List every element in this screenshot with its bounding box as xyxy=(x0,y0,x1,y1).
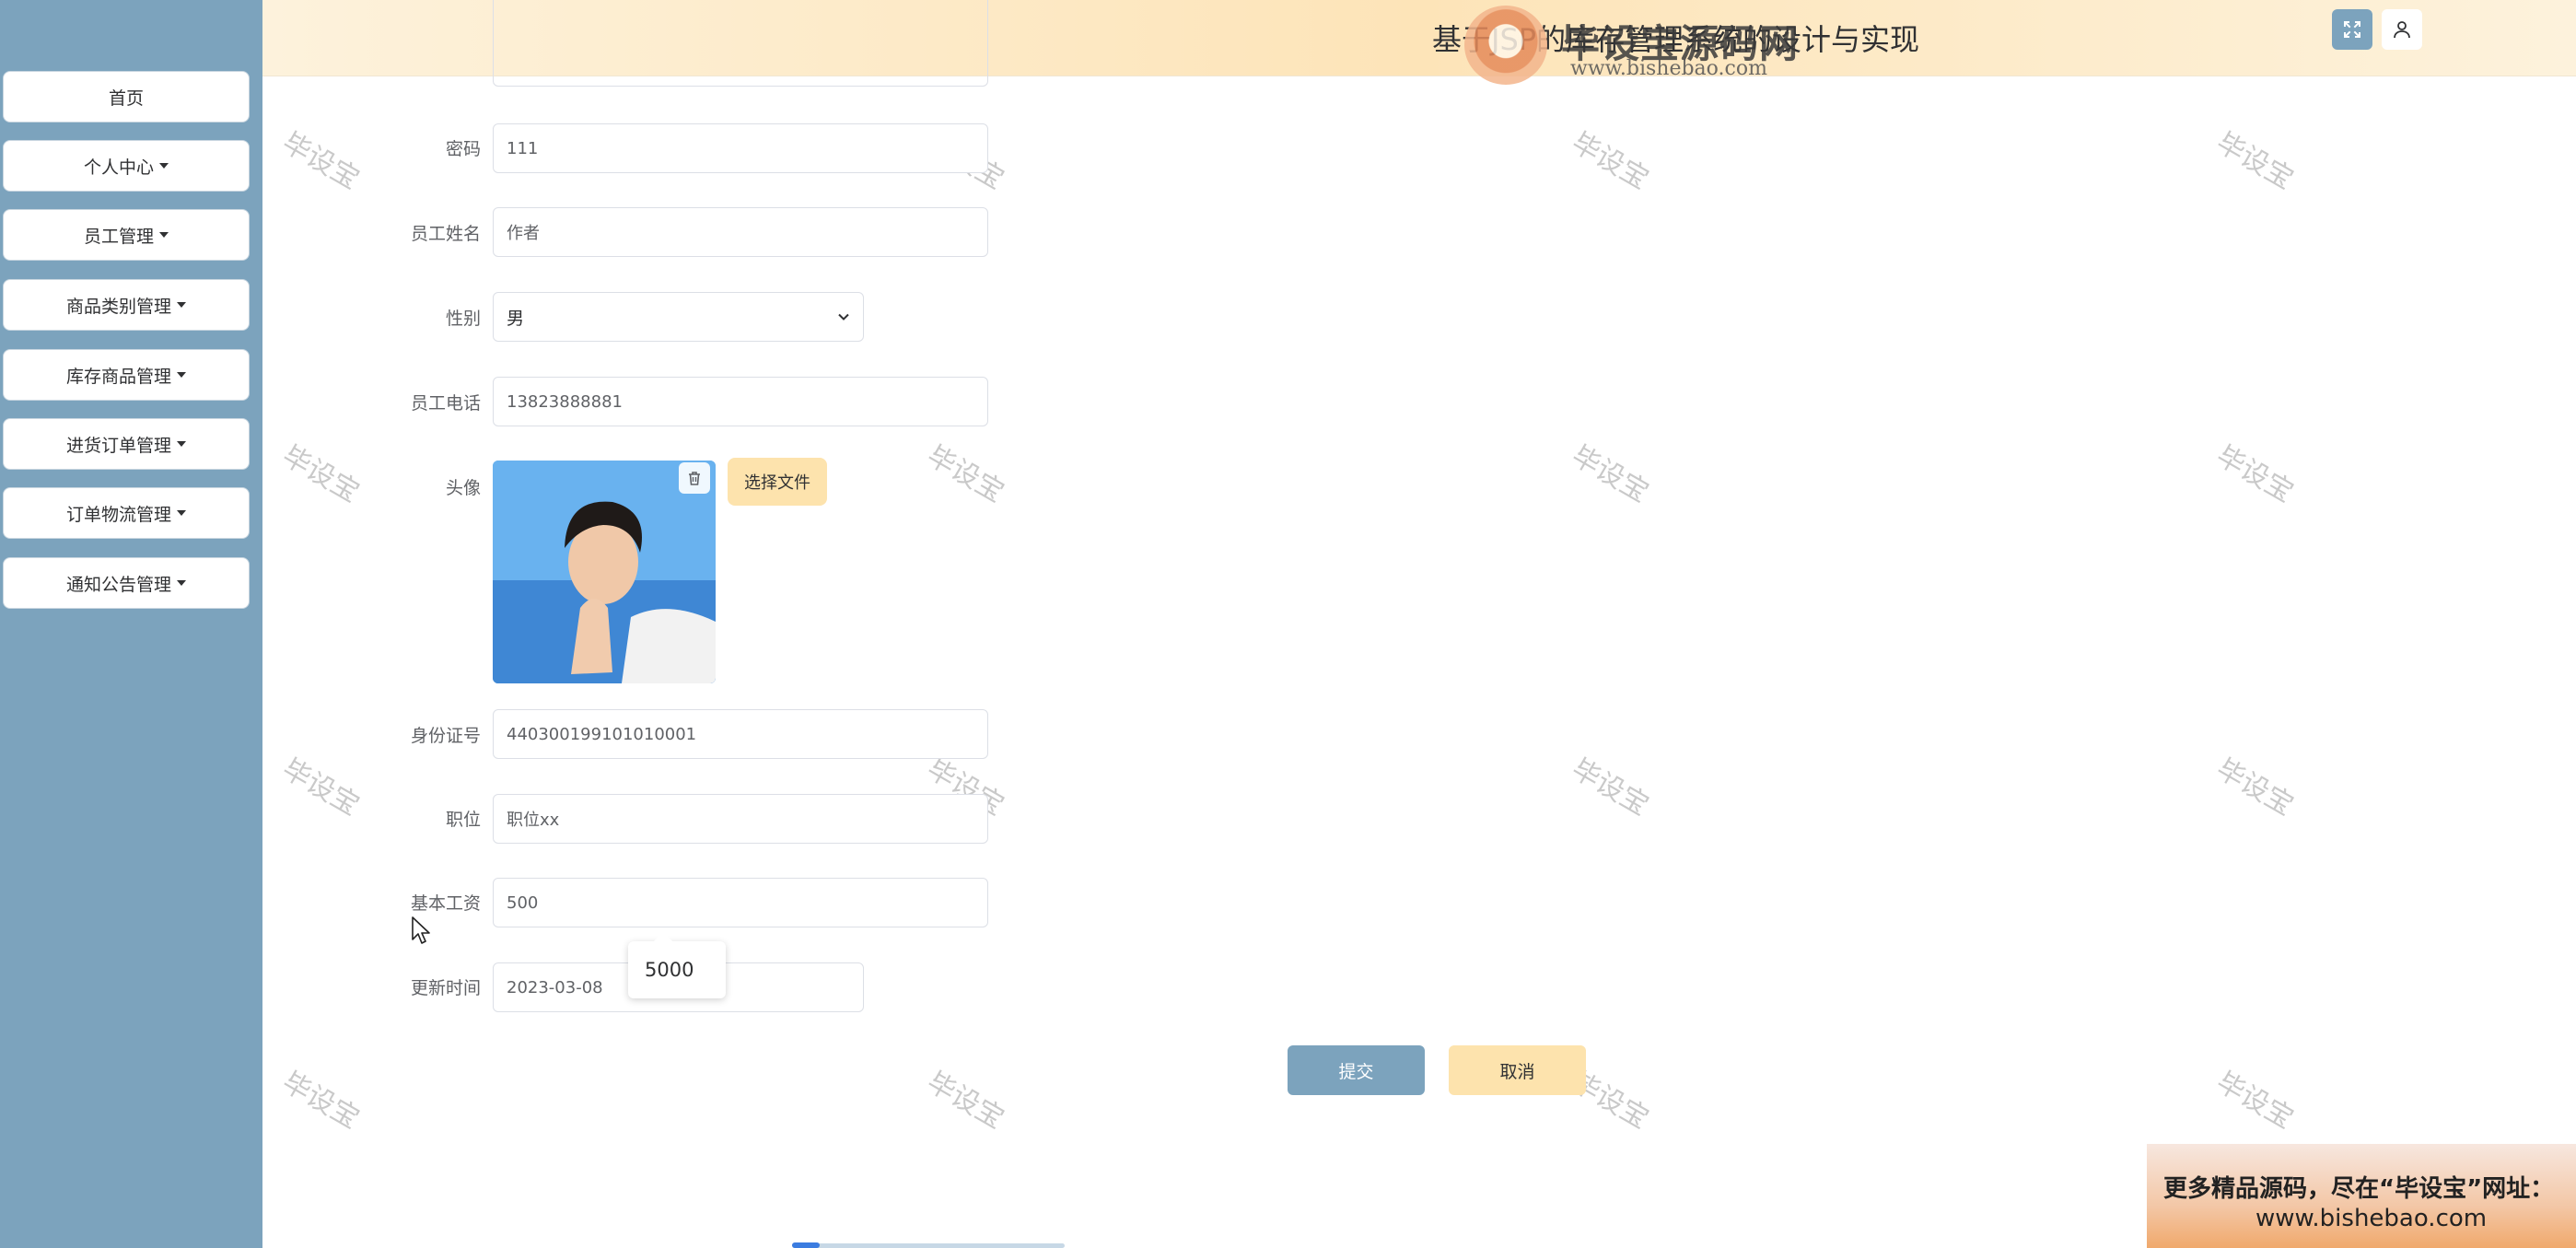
caret-down-icon xyxy=(177,510,186,516)
user-icon xyxy=(2394,21,2410,39)
gender-label: 性别 xyxy=(445,309,481,329)
sidebar-item-logistics[interactable]: 订单物流管理 xyxy=(3,487,250,539)
password-input[interactable] xyxy=(493,123,988,173)
submit-button[interactable]: 提交 xyxy=(1288,1045,1425,1095)
choose-file-button[interactable]: 选择文件 xyxy=(728,458,827,506)
watermark-text: 毕设宝 xyxy=(1566,752,1654,822)
watermark-text: 毕设宝 xyxy=(2210,439,2299,509)
watermark-text: 毕设宝 xyxy=(2210,126,2299,196)
position-input[interactable] xyxy=(493,794,988,844)
caret-down-icon xyxy=(177,372,186,378)
gender-select[interactable]: 男 xyxy=(493,292,864,342)
watermark-text: 毕设宝 xyxy=(2210,752,2299,822)
sidebar-item-label: 首页 xyxy=(108,87,144,109)
caret-down-icon xyxy=(159,163,169,169)
id-card-label: 身份证号 xyxy=(410,726,481,746)
sidebar-item-label: 订单物流管理 xyxy=(65,504,171,525)
scrollbar-thumb[interactable] xyxy=(792,1242,820,1248)
chevron-down-icon xyxy=(838,313,849,321)
gender-select-value: 男 xyxy=(507,308,525,329)
name-input[interactable] xyxy=(493,207,988,257)
sidebar-item-label: 库存商品管理 xyxy=(65,366,171,387)
sidebar-item-employee[interactable]: 员工管理 xyxy=(3,209,250,261)
watermark-text: 毕设宝 xyxy=(921,439,1009,509)
caret-down-icon xyxy=(159,232,169,238)
sidebar-item-personal-center[interactable]: 个人中心 xyxy=(3,140,250,192)
delete-avatar-button[interactable] xyxy=(679,462,710,494)
fullscreen-button[interactable] xyxy=(2332,9,2372,50)
sidebar-item-label: 进货订单管理 xyxy=(65,435,171,456)
trash-icon xyxy=(689,472,700,485)
avatar-photo xyxy=(493,461,716,683)
phone-label: 员工电话 xyxy=(410,393,481,414)
sidebar-item-label: 个人中心 xyxy=(83,157,154,178)
sidebar-item-inventory[interactable]: 库存商品管理 xyxy=(3,349,250,401)
ad-line-2: www.bishebao.com xyxy=(2255,1205,2488,1232)
watermark-text: 毕设宝 xyxy=(2210,1066,2299,1136)
caret-down-icon xyxy=(177,580,186,586)
sidebar-item-label: 员工管理 xyxy=(83,226,154,247)
cancel-button[interactable]: 取消 xyxy=(1449,1045,1586,1095)
sidebar-item-notices[interactable]: 通知公告管理 xyxy=(3,557,250,609)
user-button[interactable] xyxy=(2382,9,2422,50)
expand-icon xyxy=(2344,21,2360,38)
watermark-text: 毕设宝 xyxy=(1566,126,1654,196)
position-label: 职位 xyxy=(445,810,481,830)
sidebar: 首页 个人中心 员工管理 商品类别管理 库存商品管理 进货订单管理 订单物流管理… xyxy=(0,0,262,1248)
caret-down-icon xyxy=(177,441,186,447)
avatar-image xyxy=(493,461,716,683)
caret-down-icon xyxy=(177,302,186,308)
horizontal-scrollbar[interactable] xyxy=(792,1243,1065,1248)
clipped-field xyxy=(493,0,988,87)
watermark-url: www.bishebao.com xyxy=(1570,57,1767,80)
name-label: 员工姓名 xyxy=(410,224,481,244)
corner-ad-banner: 更多精品源码，尽在“毕设宝”网址： www.bishebao.com xyxy=(2147,1144,2576,1248)
mouse-cursor-icon xyxy=(412,916,430,944)
avatar-label: 头像 xyxy=(445,478,481,498)
sidebar-item-home[interactable]: 首页 xyxy=(3,71,250,122)
watermark-text: 毕设宝 xyxy=(921,1066,1009,1136)
autocomplete-suggestion[interactable]: 5000 xyxy=(628,932,726,998)
watermark-text: 毕设宝 xyxy=(1566,439,1654,509)
watermark-logo xyxy=(1464,6,1547,85)
update-time-label: 更新时间 xyxy=(410,978,481,998)
salary-label: 基本工资 xyxy=(410,893,481,914)
password-label: 密码 xyxy=(445,139,481,159)
sidebar-item-label: 通知公告管理 xyxy=(65,574,171,595)
salary-input[interactable] xyxy=(493,878,988,927)
id-card-input[interactable] xyxy=(493,709,988,759)
phone-input[interactable] xyxy=(493,377,988,426)
sidebar-item-purchase-orders[interactable]: 进货订单管理 xyxy=(3,418,250,470)
watermark-text: 毕设宝 xyxy=(276,1066,365,1136)
sidebar-item-category[interactable]: 商品类别管理 xyxy=(3,279,250,331)
sidebar-item-label: 商品类别管理 xyxy=(65,296,171,317)
ad-line-1: 更多精品源码，尽在“毕设宝”网址： xyxy=(2163,1175,2555,1203)
